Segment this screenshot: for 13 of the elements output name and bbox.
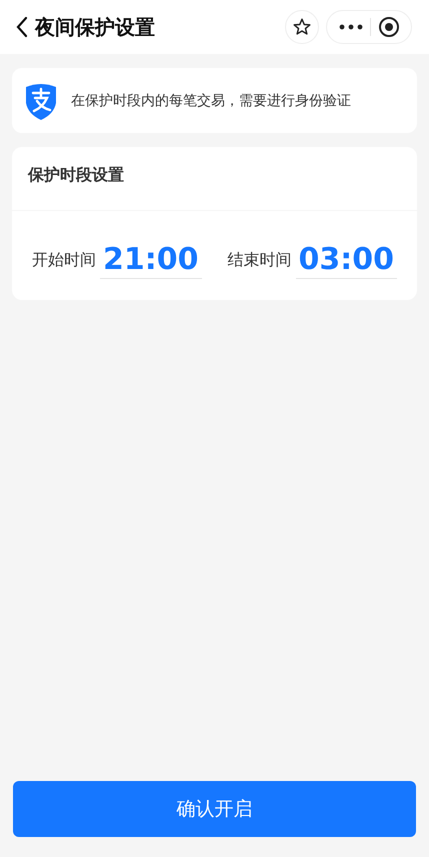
- star-icon: [292, 17, 312, 37]
- notice-text: 在保护时段内的每笔交易，需要进行身份验证: [71, 92, 351, 110]
- time-label: 开始时间: [32, 250, 96, 272]
- time-label: 结束时间: [228, 250, 292, 272]
- back-icon[interactable]: [15, 16, 29, 38]
- page-title: 夜间保护设置: [35, 14, 155, 40]
- more-icon[interactable]: [338, 24, 362, 30]
- favorite-button[interactable]: [285, 10, 319, 44]
- section-title: 保护时段设置: [26, 164, 125, 186]
- time-field[interactable]: 03:00: [296, 243, 397, 278]
- confirm-button[interactable]: 确认开启: [13, 781, 416, 837]
- time-field[interactable]: 21:00: [100, 243, 202, 278]
- close-icon[interactable]: [378, 16, 400, 38]
